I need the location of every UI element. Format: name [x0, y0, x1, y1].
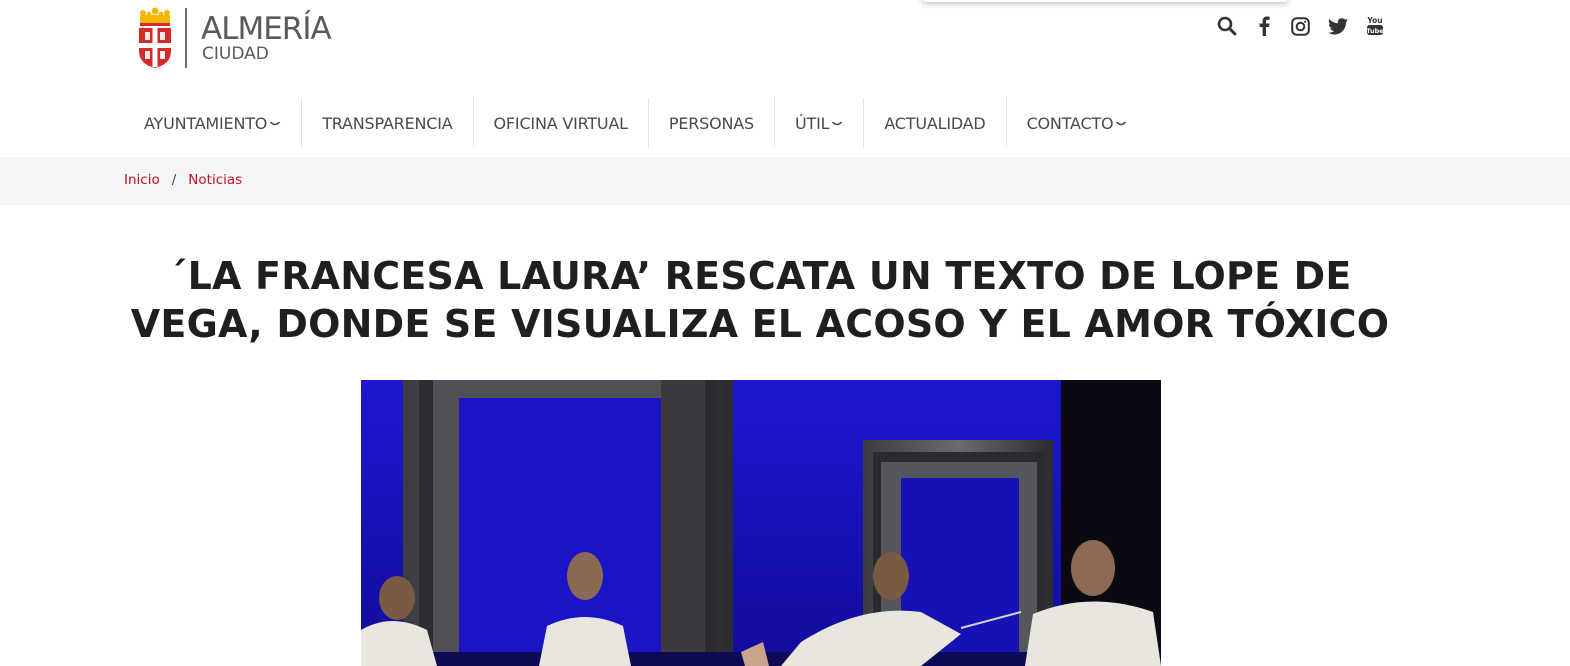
breadcrumb-bar: Inicio / Noticias: [0, 157, 1570, 205]
instagram-icon: [1291, 16, 1310, 36]
chevron-down-icon: [1116, 121, 1127, 126]
facebook-icon: [1259, 16, 1270, 36]
svg-text:You: You: [1366, 16, 1382, 25]
breadcrumb: Inicio / Noticias: [124, 172, 242, 188]
nav-item-personas[interactable]: PERSONAS: [649, 98, 776, 148]
nav-item-actualidad[interactable]: ACTUALIDAD: [864, 98, 1007, 148]
dropdown-shadow: [922, 0, 1288, 2]
chevron-down-icon: [832, 121, 843, 126]
nav-item-contacto[interactable]: CONTACTO: [1007, 98, 1148, 148]
main-nav: AYUNTAMIENTO TRANSPARENCIA OFICINA VIRTU…: [124, 98, 1147, 148]
logo-title: ALMERÍA: [201, 11, 332, 47]
site-logo[interactable]: ALMERÍA CIUDAD: [136, 6, 332, 70]
twitter-link[interactable]: [1319, 12, 1356, 40]
twitter-icon: [1327, 17, 1348, 34]
instagram-link[interactable]: [1282, 12, 1319, 40]
nav-item-label: AYUNTAMIENTO: [144, 113, 268, 133]
header-icons: You Tube: [1208, 12, 1393, 40]
nav-item-ayuntamiento[interactable]: AYUNTAMIENTO: [124, 98, 303, 148]
breadcrumb-separator: /: [171, 172, 177, 188]
coat-of-arms-icon: [139, 7, 171, 68]
site-header: ALMERÍA CIUDAD You Tube AYUNTAMIENTO TRA…: [0, 0, 1570, 157]
nav-item-transparencia[interactable]: TRANSPARENCIA: [302, 98, 474, 148]
logo-text: ALMERÍA CIUDAD: [201, 11, 332, 64]
nav-item-label: ÚTIL: [795, 113, 830, 133]
chevron-down-icon: [270, 121, 281, 126]
nav-item-util[interactable]: ÚTIL: [775, 98, 865, 148]
nav-item-label: PERSONAS: [668, 113, 755, 133]
nav-item-label: CONTACTO: [1026, 113, 1114, 133]
logo-divider: [185, 8, 187, 68]
breadcrumb-current-link[interactable]: Noticias: [188, 172, 242, 188]
nav-item-label: TRANSPARENCIA: [322, 113, 453, 133]
nav-item-label: OFICINA VIRTUAL: [493, 113, 629, 133]
article-title: ´LA FRANCESA LAURA’ RESCATA UN TEXTO DE …: [130, 254, 1390, 346]
facebook-link[interactable]: [1245, 12, 1282, 40]
search-button[interactable]: [1208, 12, 1245, 40]
nav-item-label: ACTUALIDAD: [884, 113, 986, 133]
youtube-icon: You Tube: [1366, 16, 1384, 35]
svg-text:Tube: Tube: [1366, 27, 1384, 35]
search-icon: [1217, 16, 1236, 36]
theatre-stage-photo: [361, 380, 1161, 666]
breadcrumb-home-link[interactable]: Inicio: [124, 172, 160, 188]
logo-subtitle: CIUDAD: [202, 44, 269, 64]
nav-item-oficina-virtual[interactable]: OFICINA VIRTUAL: [474, 98, 649, 148]
article-hero-image: [361, 380, 1161, 666]
youtube-link[interactable]: You Tube: [1356, 12, 1393, 40]
